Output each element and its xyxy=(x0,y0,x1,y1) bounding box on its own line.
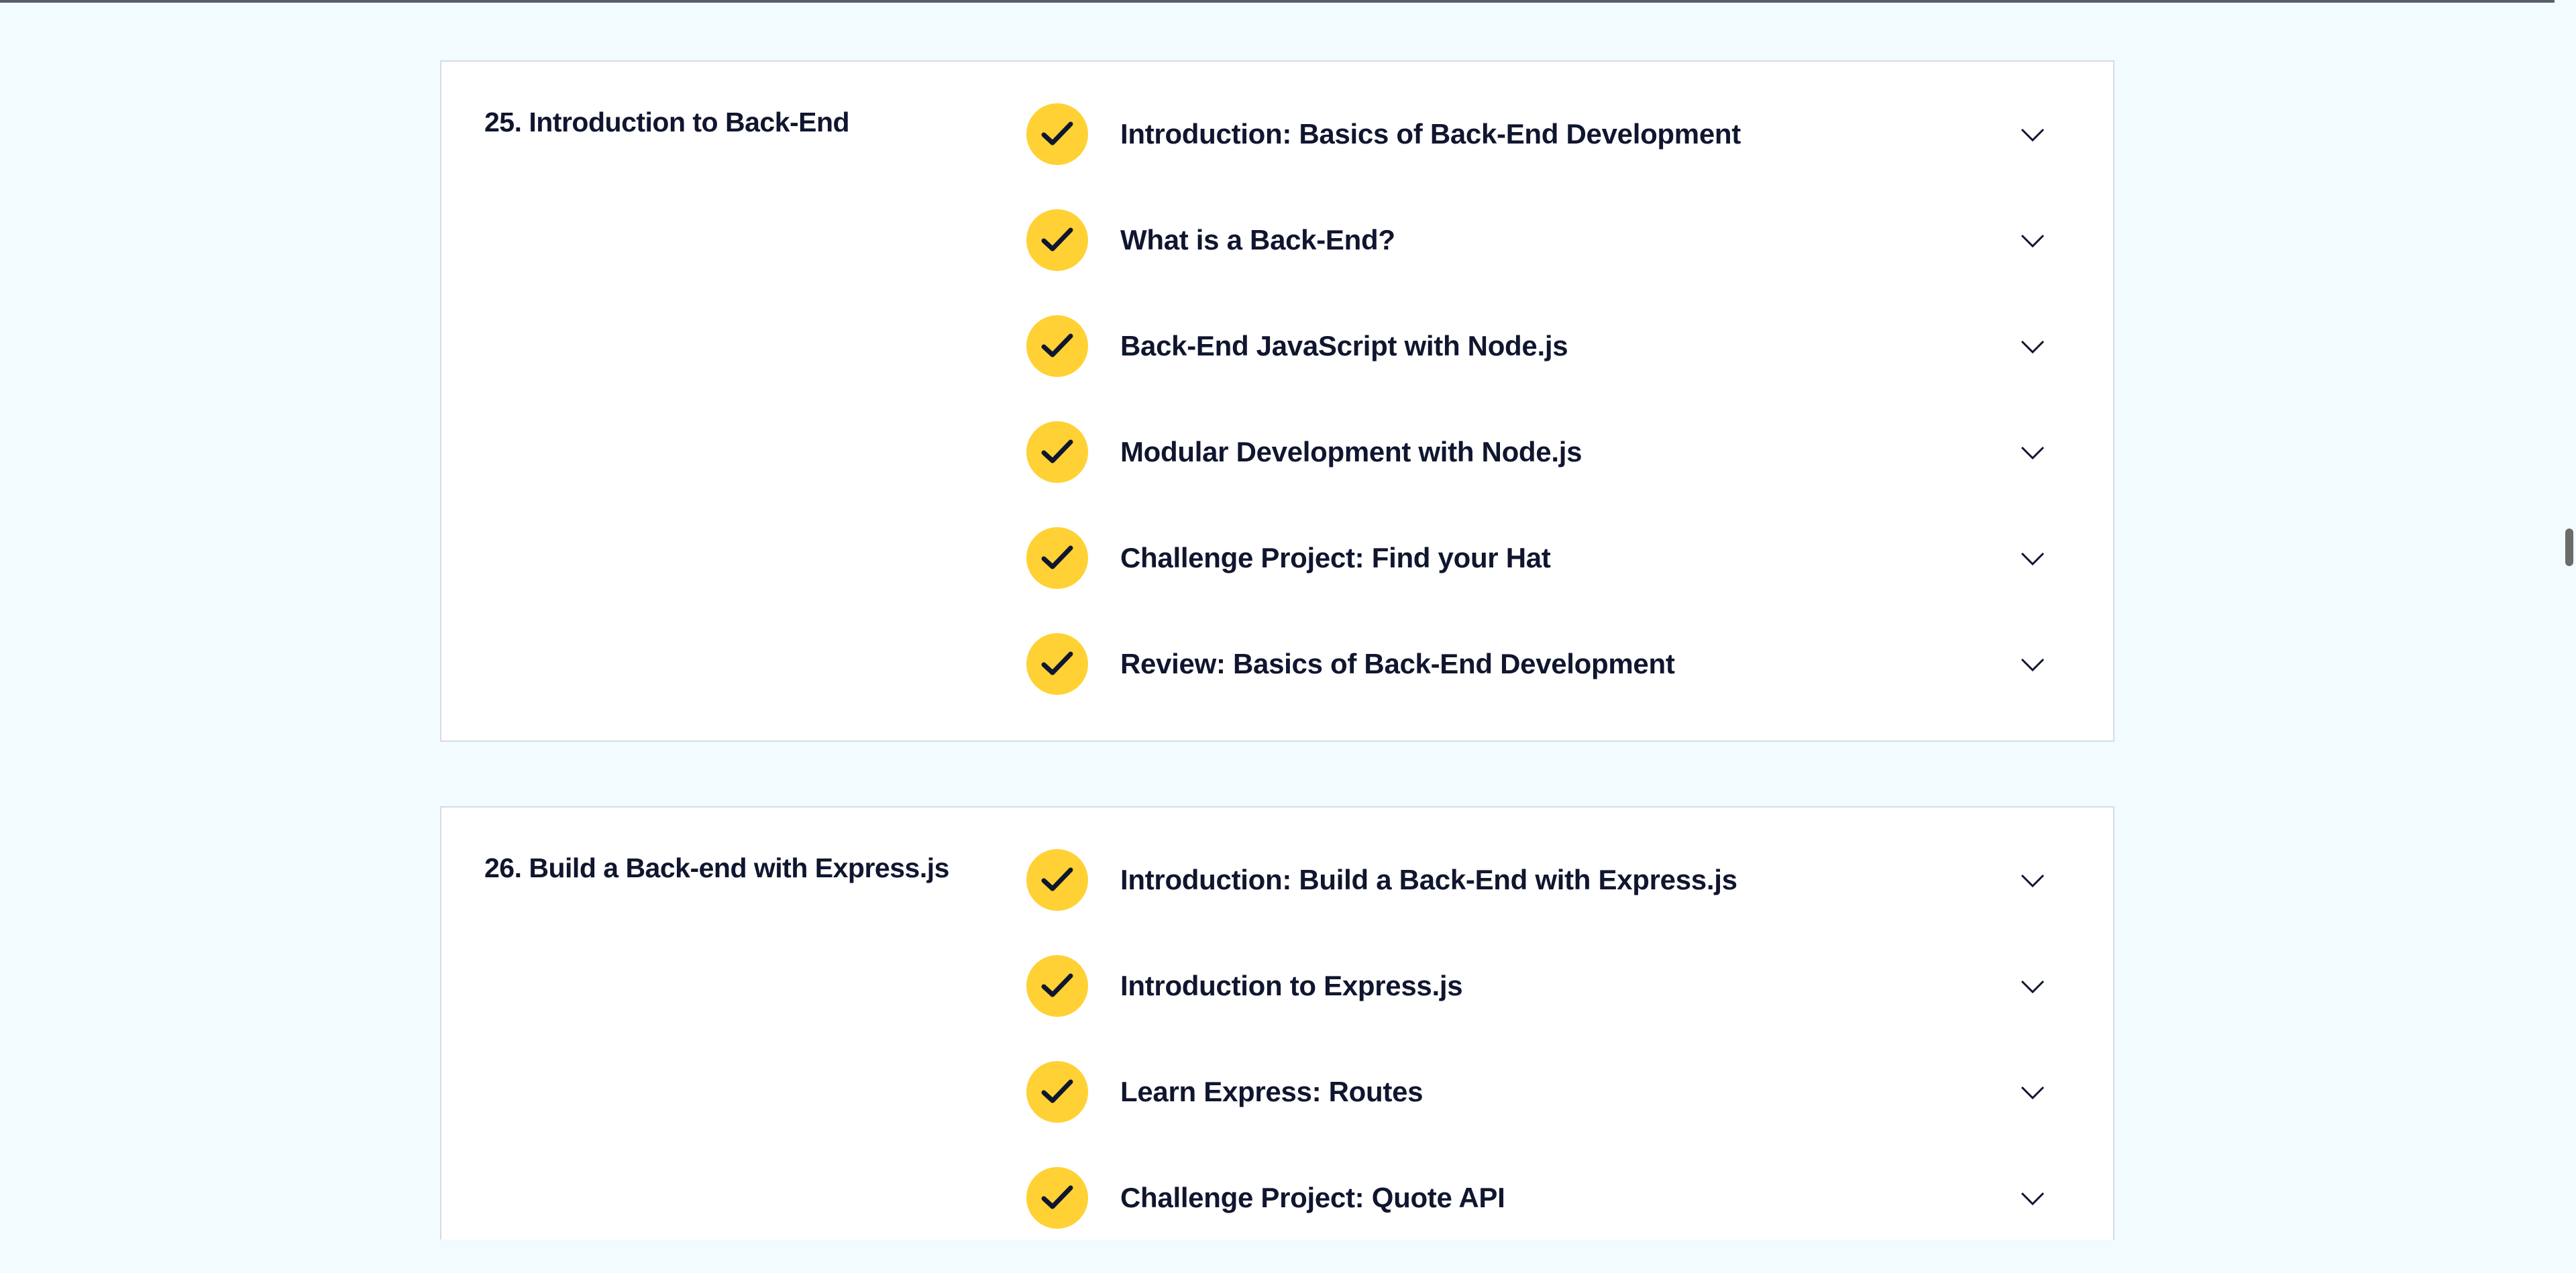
chevron-down-icon[interactable] xyxy=(2019,335,2046,357)
module-title: 26. Build a Back-end with Express.js xyxy=(484,852,949,883)
scrollbar[interactable] xyxy=(2560,0,2576,1239)
lesson-item[interactable]: Challenge Project: Find your Hat xyxy=(1026,527,2073,633)
chevron-down-icon[interactable] xyxy=(2019,229,2046,251)
lesson-item[interactable]: Back-End JavaScript with Node.js xyxy=(1026,315,2073,421)
lesson-title: Challenge Project: Quote API xyxy=(1120,1182,1505,1213)
lesson-item[interactable]: Introduction to Express.js xyxy=(1026,955,2073,1061)
scrollbar-thumb[interactable] xyxy=(2565,529,2573,566)
lesson-title: Introduction: Build a Back-End with Expr… xyxy=(1120,864,1737,895)
chevron-down-icon[interactable] xyxy=(2019,1081,2046,1103)
lesson-title: Back-End JavaScript with Node.js xyxy=(1120,330,1568,362)
lesson-item[interactable]: What is a Back-End? xyxy=(1026,209,2073,315)
lesson-item[interactable]: Introduction: Basics of Back-End Develop… xyxy=(1026,103,2073,209)
check-icon xyxy=(1026,849,1088,911)
lesson-title: Modular Development with Node.js xyxy=(1120,436,1582,467)
chevron-down-icon[interactable] xyxy=(2019,441,2046,463)
module-card-25: 25. Introduction to Back-End Introductio… xyxy=(440,60,2114,742)
check-icon xyxy=(1026,421,1088,483)
chevron-down-icon[interactable] xyxy=(2019,653,2046,675)
check-icon xyxy=(1026,103,1088,165)
chevron-down-icon[interactable] xyxy=(2019,123,2046,145)
check-icon xyxy=(1026,527,1088,589)
lesson-item[interactable]: Learn Express: Routes xyxy=(1026,1061,2073,1167)
lesson-item[interactable]: Introduction: Build a Back-End with Expr… xyxy=(1026,849,2073,955)
lesson-title: Challenge Project: Find your Hat xyxy=(1120,542,1551,573)
check-icon xyxy=(1026,633,1088,695)
lesson-title: Introduction: Basics of Back-End Develop… xyxy=(1120,118,1741,150)
check-icon xyxy=(1026,955,1088,1017)
check-icon xyxy=(1026,1167,1088,1229)
module-title: 25. Introduction to Back-End xyxy=(484,107,850,137)
check-icon xyxy=(1026,209,1088,271)
chevron-down-icon[interactable] xyxy=(2019,869,2046,891)
lesson-title: Review: Basics of Back-End Development xyxy=(1120,648,1675,679)
check-icon xyxy=(1026,1061,1088,1123)
chevron-down-icon[interactable] xyxy=(2019,975,2046,997)
lesson-item[interactable]: Modular Development with Node.js xyxy=(1026,421,2073,527)
lesson-list: Introduction: Build a Back-End with Expr… xyxy=(1026,849,2073,1273)
lesson-item[interactable]: Challenge Project: Quote API xyxy=(1026,1167,2073,1273)
module-card-26: 26. Build a Back-end with Express.js Int… xyxy=(440,806,2114,1239)
top-divider xyxy=(0,0,2555,3)
check-icon xyxy=(1026,315,1088,377)
lesson-list: Introduction: Basics of Back-End Develop… xyxy=(1026,103,2073,739)
lesson-title: Learn Express: Routes xyxy=(1120,1076,1424,1107)
lesson-title: Introduction to Express.js xyxy=(1120,970,1463,1001)
lesson-title: What is a Back-End? xyxy=(1120,224,1395,256)
lesson-item[interactable]: Review: Basics of Back-End Development xyxy=(1026,633,2073,739)
chevron-down-icon[interactable] xyxy=(2019,1187,2046,1209)
chevron-down-icon[interactable] xyxy=(2019,547,2046,569)
